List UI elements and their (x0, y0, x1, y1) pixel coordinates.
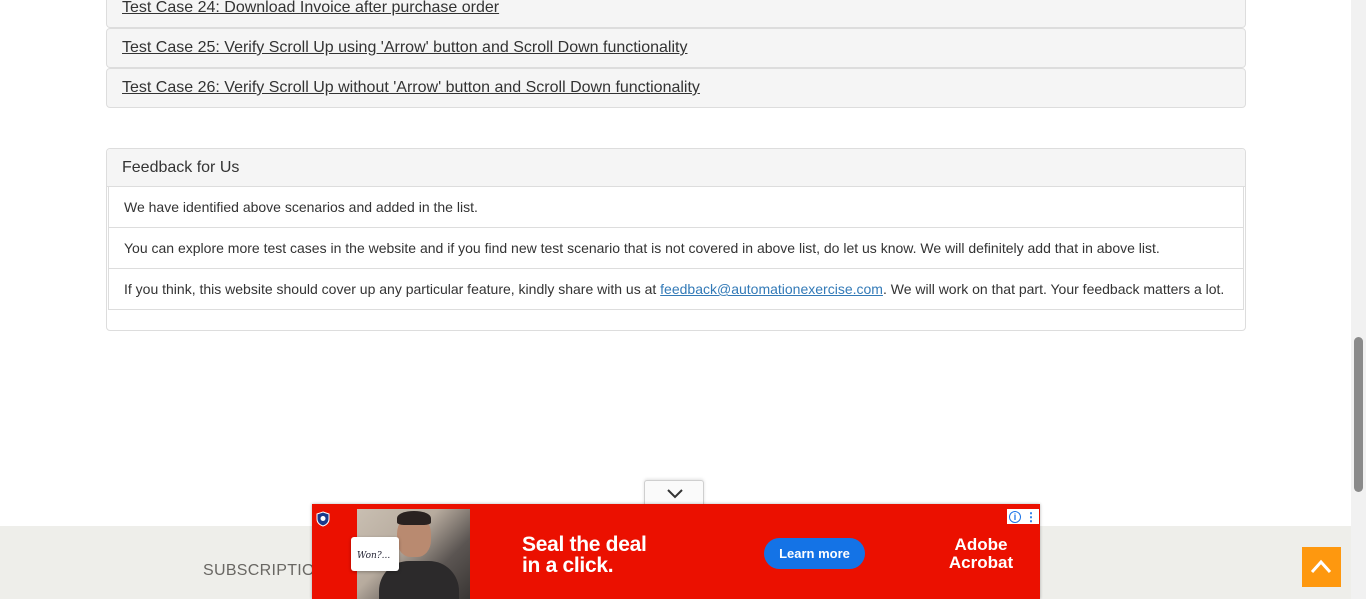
ad-image-hair (397, 511, 431, 525)
page-scrollbar[interactable] (1351, 0, 1366, 599)
feedback-line: We have identified above scenarios and a… (108, 187, 1244, 228)
ad-brand-logo: Adobe Acrobat (946, 536, 1016, 572)
ad-brand-line: Acrobat (948, 553, 1014, 572)
chevron-up-icon (1310, 559, 1332, 574)
shield-icon (316, 511, 330, 527)
feedback-title: Feedback for Us (107, 149, 1245, 187)
ad-choices[interactable]: i ⋮ (1007, 509, 1039, 524)
feedback-line: If you think, this website should cover … (108, 269, 1244, 310)
ad-headline: Seal the deal in a click. (522, 534, 647, 576)
ad-card-text: Won?... (357, 551, 391, 561)
test-case-panel: Test Case 26: Verify Scroll Up without '… (106, 68, 1246, 108)
test-case-link[interactable]: Test Case 24: Download Invoice after pur… (122, 0, 499, 17)
feedback-text: If you think, this website should cover … (124, 281, 661, 297)
chevron-down-icon (667, 489, 683, 499)
ad-brand-line: Adobe (954, 535, 1008, 554)
scrollbar-thumb[interactable] (1354, 337, 1363, 492)
subscription-heading: SUBSCRIPTION (203, 562, 327, 579)
ad-headline-line: Seal the deal (522, 533, 647, 556)
feedback-text: . We will work on that part. Your feedba… (882, 281, 1225, 297)
feedback-line: You can explore more test cases in the w… (108, 228, 1244, 269)
test-case-panel: Test Case 24: Download Invoice after pur… (106, 0, 1246, 28)
ad-image-card: Won?... (351, 537, 399, 571)
more-vertical-icon[interactable]: ⋮ (1025, 511, 1037, 523)
feedback-email-link[interactable]: feedback@automationexercise.com (660, 281, 883, 297)
advertisement-banner[interactable]: Won?... Seal the deal in a click. Learn … (312, 504, 1040, 599)
ad-image: Won?... (351, 509, 470, 599)
test-case-panel: Test Case 25: Verify Scroll Up using 'Ar… (106, 28, 1246, 68)
scroll-up-button[interactable] (1302, 547, 1341, 587)
info-icon[interactable]: i (1009, 510, 1021, 523)
learn-more-button[interactable]: Learn more (764, 538, 865, 569)
ad-headline-line: in a click. (522, 554, 614, 577)
feedback-panel: Feedback for Us We have identified above… (106, 148, 1246, 331)
test-case-link[interactable]: Test Case 26: Verify Scroll Up without '… (122, 79, 700, 97)
test-case-link[interactable]: Test Case 25: Verify Scroll Up using 'Ar… (122, 39, 687, 57)
